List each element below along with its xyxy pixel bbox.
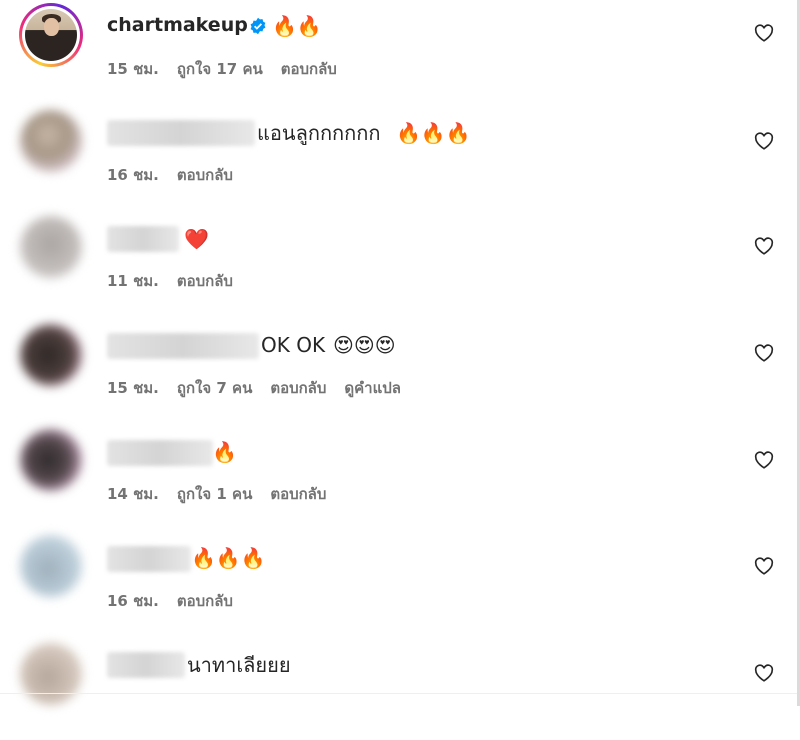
heart-outline-icon[interactable]: [754, 132, 774, 150]
heart-outline-icon[interactable]: [754, 344, 774, 362]
likes-count[interactable]: ถูกใจ 7 คน: [177, 379, 252, 397]
avatar[interactable]: [20, 110, 82, 172]
comment-text: OK OK: [261, 333, 326, 357]
comment-item: 🔥🔥🔥 16 ชม. ตอบกลับ: [0, 532, 800, 632]
comment-emoji: 😍😍😍: [333, 333, 396, 357]
reply-button[interactable]: ตอบกลับ: [270, 485, 326, 503]
comment-time[interactable]: 15 ชม.: [107, 379, 159, 397]
reply-button[interactable]: ตอบกลับ: [281, 60, 337, 78]
comment-time[interactable]: 11 ชม.: [107, 272, 159, 290]
username-redacted[interactable]: [107, 440, 213, 466]
heart-outline-icon[interactable]: [754, 664, 774, 682]
comment-meta: 14 ชม. ถูกใจ 1 คน ตอบกลับ: [107, 482, 344, 506]
heart-outline-icon[interactable]: [754, 237, 774, 255]
owner-emoji: 🔥🔥: [272, 14, 322, 38]
username-redacted[interactable]: [107, 652, 185, 678]
verified-badge-icon: [250, 17, 266, 35]
heart-outline-icon[interactable]: [754, 557, 774, 575]
username-redacted[interactable]: [107, 120, 255, 146]
avatar[interactable]: [20, 216, 82, 278]
comment-meta: 11 ชม. ตอบกลับ: [107, 269, 251, 293]
comment-time[interactable]: 14 ชม.: [107, 485, 159, 503]
comment-time[interactable]: 16 ชม.: [107, 166, 159, 184]
comment-meta: 15 ชม. ถูกใจ 7 คน ตอบกลับ ดูคำแปล: [107, 376, 419, 400]
comment-text: นาทาเลียยย: [187, 653, 291, 677]
likes-count[interactable]: ถูกใจ 17 คน: [177, 60, 263, 78]
username-redacted[interactable]: [107, 546, 191, 572]
footer-divider: [0, 693, 797, 694]
comment-item: ❤️ 11 ชม. ตอบกลับ: [0, 213, 800, 313]
comment-meta: 16 ชม. ตอบกลับ: [107, 589, 251, 613]
avatar[interactable]: [20, 429, 82, 491]
comment-emoji: 🔥🔥🔥: [191, 546, 266, 570]
avatar: [25, 9, 77, 61]
comment-emoji: ❤️: [184, 227, 209, 251]
reply-button[interactable]: ตอบกลับ: [177, 166, 233, 184]
heart-outline-icon[interactable]: [754, 24, 774, 42]
owner-meta: 15 ชม. ถูกใจ 17 คน ตอบกลับ: [107, 57, 355, 81]
reply-button[interactable]: ตอบกลับ: [177, 272, 233, 290]
username-redacted[interactable]: [107, 226, 179, 252]
comment-time[interactable]: 15 ชม.: [107, 60, 159, 78]
comment-emoji: 🔥: [212, 440, 237, 464]
comment-emoji: 🔥🔥🔥: [396, 121, 471, 145]
username-redacted[interactable]: [107, 333, 259, 359]
story-ring-avatar[interactable]: [19, 3, 83, 67]
see-translation-button[interactable]: ดูคำแปล: [344, 379, 401, 397]
comment-item: OK OK 😍😍😍 15 ชม. ถูกใจ 7 คน ตอบกลับ ดูคำแปล: [0, 319, 800, 419]
comment-item: นาทาเลียยย: [0, 640, 800, 740]
comment-item: 🔥 14 ชม. ถูกใจ 1 คน ตอบกลับ: [0, 426, 800, 526]
owner-comment: chartmakeup 🔥🔥 15 ชม. ถูกใจ 17 คน ตอบกลับ: [0, 0, 800, 100]
reply-button[interactable]: ตอบกลับ: [270, 379, 326, 397]
avatar[interactable]: [20, 324, 82, 386]
comment-item: แอนลูกกกกกก 🔥🔥🔥 16 ชม. ตอบกลับ: [0, 107, 800, 207]
heart-outline-icon[interactable]: [754, 451, 774, 469]
likes-count[interactable]: ถูกใจ 1 คน: [177, 485, 252, 503]
comment-meta: 16 ชม. ตอบกลับ: [107, 163, 251, 187]
comment-time[interactable]: 16 ชม.: [107, 592, 159, 610]
avatar[interactable]: [20, 643, 82, 705]
reply-button[interactable]: ตอบกลับ: [177, 592, 233, 610]
avatar[interactable]: [20, 535, 82, 597]
owner-username[interactable]: chartmakeup: [107, 14, 248, 36]
comment-text: แอนลูกกกกกก: [257, 121, 381, 145]
